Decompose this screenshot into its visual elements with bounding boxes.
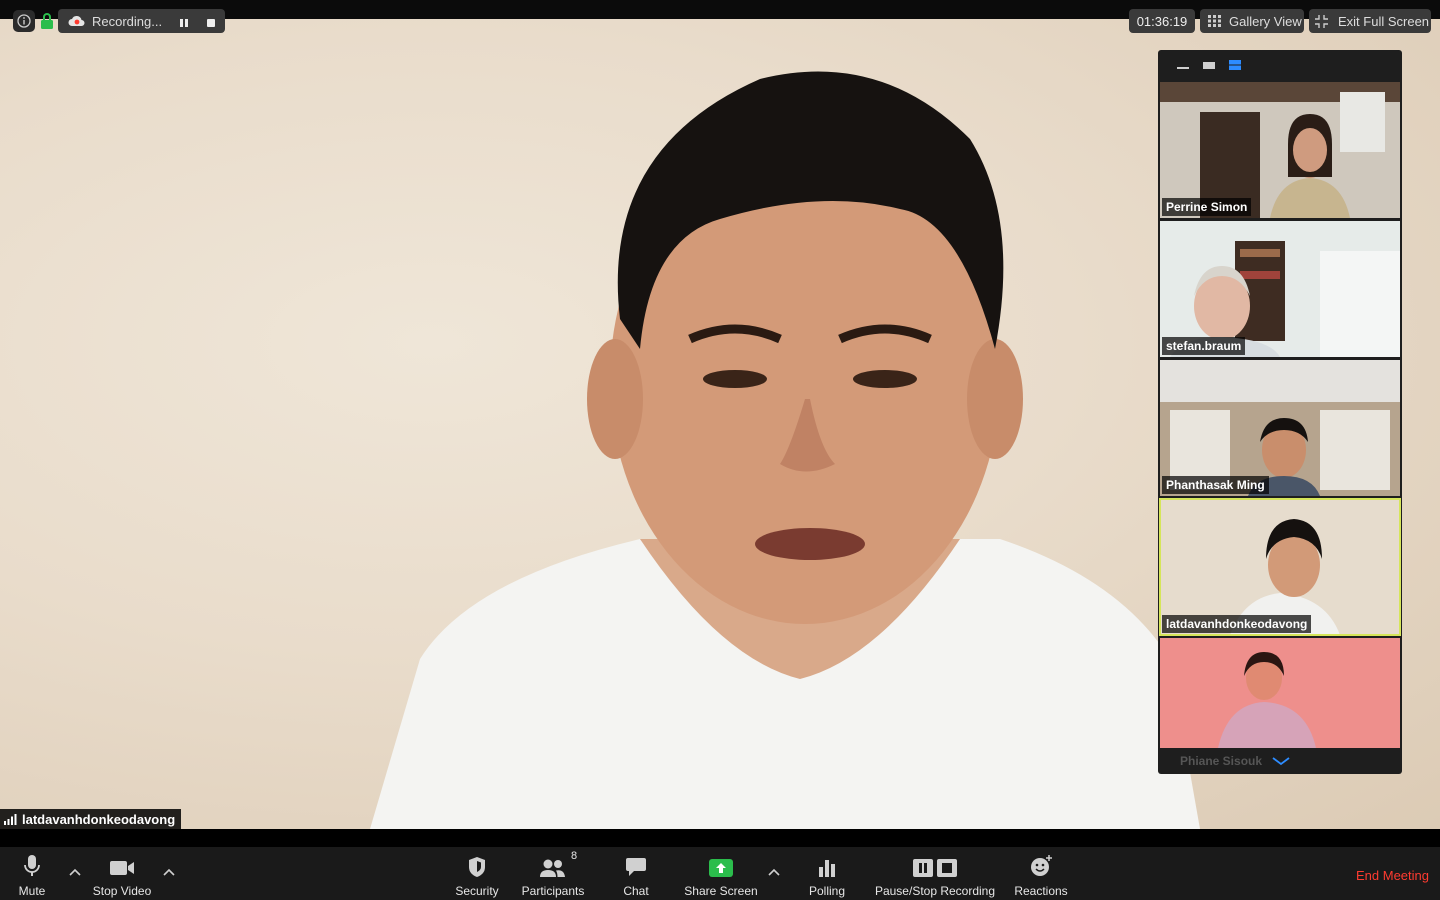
- polling-label: Polling: [808, 884, 846, 898]
- share-screen-label: Share Screen: [684, 884, 758, 898]
- chat-button[interactable]: Chat: [616, 852, 656, 898]
- pause-recording-icon[interactable]: [179, 16, 189, 31]
- participants-icon: 8: [539, 850, 577, 878]
- gallery-view-label: Gallery View: [1229, 13, 1302, 29]
- meeting-controls-toolbar: Mute Stop Video Security 8 Participants …: [0, 847, 1440, 900]
- speaker-name: latdavanhdonkeodavong: [22, 811, 176, 827]
- share-screen-button[interactable]: Share Screen: [682, 852, 760, 898]
- smiley-plus-icon: [1029, 852, 1053, 878]
- single-thumbnail-icon[interactable]: [1202, 60, 1216, 70]
- thumbnail-view-controls: [1158, 50, 1402, 80]
- stop-video-label: Stop Video: [92, 884, 152, 898]
- bar-chart-icon: [817, 852, 837, 878]
- chat-label: Chat: [623, 884, 649, 898]
- stop-video-button[interactable]: Stop Video: [90, 852, 154, 898]
- exit-full-screen-label: Exit Full Screen: [1338, 13, 1430, 29]
- participants-count: 8: [571, 850, 578, 862]
- participant-name: stefan.braum: [1162, 337, 1246, 355]
- video-options-chevron-up-icon[interactable]: [162, 864, 176, 876]
- microphone-icon: [22, 852, 42, 878]
- participant-video: [1160, 638, 1400, 748]
- recording-label: Recording...: [92, 13, 163, 29]
- participants-button[interactable]: 8 Participants: [519, 850, 587, 898]
- video-bottom-strip: [0, 829, 1440, 847]
- chat-bubble-icon: [625, 852, 647, 878]
- pause-stop-recording-label: Pause/Stop Recording: [874, 884, 996, 898]
- participant-name: latdavanhdonkeodavong: [1162, 615, 1312, 633]
- share-screen-icon: [708, 852, 734, 878]
- stacked-thumbnails-icon[interactable]: [1228, 59, 1242, 71]
- end-meeting-button[interactable]: End Meeting: [1356, 868, 1429, 883]
- chevron-down-icon[interactable]: [1272, 753, 1290, 771]
- share-options-chevron-up-icon[interactable]: [767, 864, 781, 876]
- participant-tile[interactable]: [1160, 638, 1400, 748]
- reactions-button[interactable]: Reactions: [1012, 852, 1070, 898]
- participant-name: Phanthasak Ming: [1162, 476, 1269, 494]
- signal-strength-icon: [4, 813, 17, 825]
- exit-full-screen-button[interactable]: Exit Full Screen: [1309, 9, 1431, 33]
- security-label: Security: [455, 884, 499, 898]
- cloud-recording-icon: [68, 15, 85, 27]
- participant-name: Perrine Simon: [1162, 198, 1252, 216]
- pause-stop-recording-icon: [912, 852, 958, 878]
- thumbnail-panel: Perrine Simon stefan.braum Phanthasak Mi…: [1158, 50, 1402, 774]
- participant-name: Phiane Sisouk: [1180, 754, 1263, 768]
- exit-full-screen-icon: [1315, 14, 1328, 28]
- reactions-label: Reactions: [1014, 884, 1068, 898]
- encryption-lock-icon[interactable]: [39, 12, 55, 30]
- audio-options-chevron-up-icon[interactable]: [68, 864, 82, 876]
- security-button[interactable]: Security: [450, 852, 504, 898]
- meeting-timer: 01:36:19: [1129, 9, 1195, 33]
- minimize-thumbnails-icon[interactable]: [1176, 60, 1190, 70]
- pause-stop-recording-button[interactable]: Pause/Stop Recording: [872, 852, 998, 898]
- mute-label: Mute: [18, 884, 46, 898]
- stop-recording-icon[interactable]: [206, 16, 216, 31]
- shield-icon: [467, 852, 487, 878]
- polling-button[interactable]: Polling: [806, 852, 848, 898]
- grid-icon: [1208, 15, 1221, 27]
- participant-tile[interactable]: Perrine Simon: [1160, 82, 1400, 218]
- recording-indicator: Recording...: [58, 9, 225, 33]
- thumbnail-footer: Phiane Sisouk: [1160, 748, 1400, 774]
- gallery-view-button[interactable]: Gallery View: [1200, 9, 1304, 33]
- mute-button[interactable]: Mute: [14, 852, 50, 898]
- video-camera-icon: [109, 852, 135, 878]
- participant-tile[interactable]: Phanthasak Ming: [1160, 360, 1400, 496]
- participant-tile-active-speaker[interactable]: latdavanhdonkeodavong: [1159, 498, 1401, 636]
- speaker-name-tag: latdavanhdonkeodavong: [0, 809, 182, 829]
- meeting-info-icon[interactable]: [13, 10, 35, 32]
- participants-label: Participants: [521, 884, 585, 898]
- participant-tile[interactable]: stefan.braum: [1160, 221, 1400, 357]
